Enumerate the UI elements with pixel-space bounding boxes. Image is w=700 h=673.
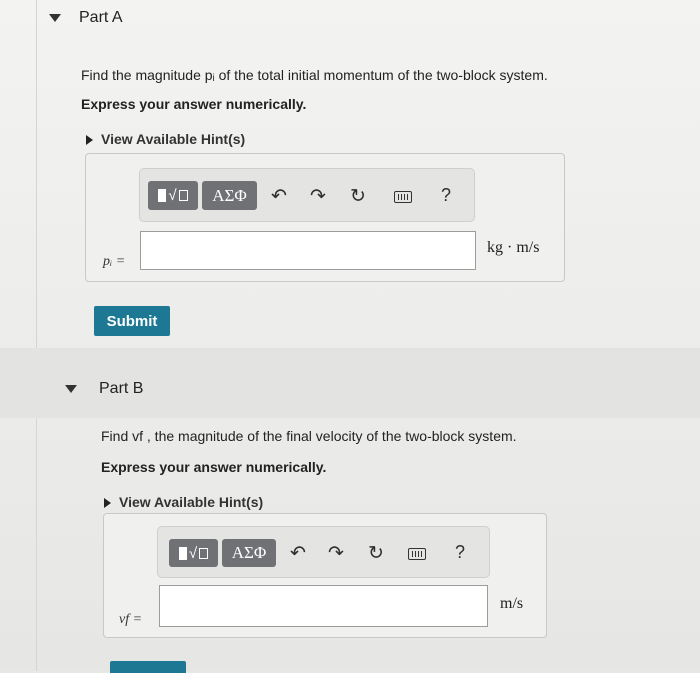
submit-button[interactable]: Submit bbox=[94, 306, 170, 336]
redo-icon[interactable]: ↷ bbox=[305, 183, 331, 209]
help-button[interactable]: ? bbox=[447, 539, 473, 565]
keyboard-icon[interactable] bbox=[394, 191, 412, 203]
part-b-answer-box: √ ΑΣΦ ↶ ↷ ↻ ? vf = m/s bbox=[103, 513, 547, 638]
undo-icon[interactable]: ↶ bbox=[285, 540, 311, 566]
left-divider bbox=[36, 0, 37, 671]
keyboard-icon[interactable] bbox=[408, 548, 426, 560]
collapse-part-a-icon[interactable] bbox=[49, 14, 61, 22]
help-button[interactable]: ? bbox=[433, 182, 459, 208]
reset-icon[interactable]: ↻ bbox=[363, 540, 389, 566]
part-b-hint-link[interactable]: View Available Hint(s) bbox=[119, 494, 263, 510]
part-a-answer-box: √ ΑΣΦ ↶ ↷ ↻ ? pᵢ = kg · m/s bbox=[85, 153, 565, 282]
part-b-answer-input[interactable] bbox=[159, 585, 488, 627]
part-a-title[interactable]: Part A bbox=[79, 9, 123, 27]
math-toolbar: √ ΑΣΦ ↶ ↷ ↻ ? bbox=[157, 526, 490, 578]
part-a-unit: kg · m/s bbox=[487, 239, 540, 256]
templates-button[interactable]: √ bbox=[169, 539, 218, 567]
part-a-answer-input[interactable] bbox=[140, 231, 476, 270]
redo-icon[interactable]: ↷ bbox=[323, 540, 349, 566]
part-b-submit-button-partial[interactable] bbox=[110, 661, 186, 673]
collapse-part-b-icon[interactable] bbox=[65, 385, 77, 393]
part-b-question: Find vf , the magnitude of the final vel… bbox=[101, 428, 517, 444]
hint-expand-icon[interactable] bbox=[104, 498, 111, 508]
undo-icon[interactable]: ↶ bbox=[266, 183, 292, 209]
part-a-instruction: Express your answer numerically. bbox=[81, 96, 307, 112]
part-b-unit: m/s bbox=[500, 595, 524, 612]
greek-symbols-button[interactable]: ΑΣΦ bbox=[222, 539, 276, 567]
part-b-instruction: Express your answer numerically. bbox=[101, 459, 327, 475]
part-b-variable-label: vf = bbox=[119, 612, 143, 627]
reset-icon[interactable]: ↻ bbox=[345, 183, 371, 209]
hint-expand-icon[interactable] bbox=[86, 135, 93, 145]
greek-symbols-button[interactable]: ΑΣΦ bbox=[202, 181, 257, 210]
part-a-hint-link[interactable]: View Available Hint(s) bbox=[101, 131, 245, 147]
page: Part A Find the magnitude pᵢ of the tota… bbox=[0, 0, 700, 673]
math-toolbar: √ ΑΣΦ ↶ ↷ ↻ ? bbox=[139, 168, 475, 222]
templates-button[interactable]: √ bbox=[148, 181, 198, 210]
part-b-title[interactable]: Part B bbox=[99, 380, 143, 398]
part-a-variable-label: pᵢ = bbox=[103, 254, 126, 269]
part-a-question: Find the magnitude pᵢ of the total initi… bbox=[81, 67, 548, 83]
